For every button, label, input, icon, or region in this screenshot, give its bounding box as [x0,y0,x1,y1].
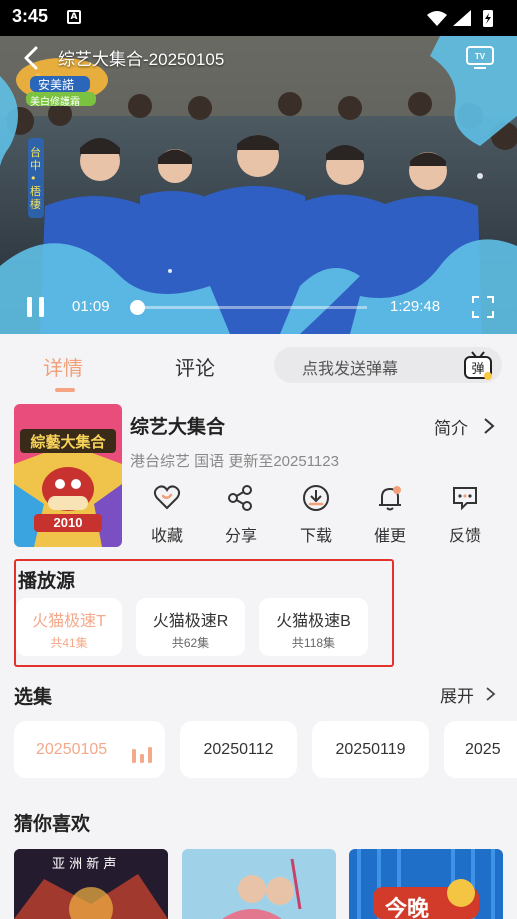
status-icons [427,10,493,27]
logo-badge-text: 安美諾 [38,78,75,92]
share-icon [228,485,252,511]
download-icon [303,485,329,511]
seek-bar[interactable] [137,306,367,309]
episode-label: 20250112 [203,741,274,758]
share-label: 分享 [224,528,257,545]
status-bar: 3:45 A [0,0,517,36]
source-count: 共41集 [50,636,88,650]
total-time: 1:29:48 [390,298,441,315]
source-count: 共118集 [291,636,336,650]
remind-update-button[interactable]: 催更 [365,484,415,546]
episode-item[interactable]: 2025 [444,721,517,778]
seek-thumb[interactable] [130,300,145,315]
show-poster[interactable]: 綜藝大集合 2010 [14,404,122,547]
wifi-icon [427,11,447,26]
poster-title: 綜藝大集合 [30,433,106,451]
source-section-title: 播放源 [18,571,76,592]
notification-icon: A [67,10,81,24]
svg-text:TV: TV [475,52,486,61]
recommend-caption: 亚 洲 新 声 [52,857,117,872]
recommend-item[interactable]: 今晚 [349,849,503,919]
feedback-label: 反馈 [448,528,481,545]
show-meta: 港台综艺 国语 更新至20251123 [130,453,339,470]
tab-detail[interactable]: 详情 [43,352,83,381]
heart-icon [153,485,181,510]
source-count: 共62集 [171,636,210,650]
episode-item-active[interactable]: 20250105 [14,721,165,778]
feedback-button[interactable]: 反馈 [440,484,490,546]
logo-side-text: 台中•梧棲 [30,146,41,211]
remind-update-label: 催更 [373,528,406,545]
recommend-caption: 今晚 [385,897,430,919]
episode-label: 2025 [465,741,501,758]
show-title: 综艺大集合 [130,417,226,438]
video-player[interactable]: 安美諾 美白修護霜 台中•梧棲 综艺大集合-20250105 TV 01:09 … [0,36,517,334]
intro-link[interactable]: 简介 [434,414,468,439]
detail-sheet: 详情 评论 点我发送弹幕 弹 綜藝大集合 2010 综艺大集合 港台综艺 国语 … [0,334,517,919]
expand-link[interactable]: 展开 [440,682,474,707]
download-label: 下载 [299,528,332,545]
bell-icon [379,486,401,511]
source-name: 火猫极速B [276,613,351,630]
recommend-item[interactable] [182,849,336,919]
poster-year: 2010 [53,515,83,530]
source-name: 火猫极速T [32,613,106,630]
danmaku-icon[interactable]: 弹 [462,349,494,381]
playing-indicator-icon [132,747,152,763]
episode-label: 20250119 [335,741,406,758]
recommend-section-title: 猜你喜欢 [14,814,91,835]
video-frame [0,36,517,334]
pause-icon[interactable] [24,295,48,319]
tab-indicator [55,388,75,392]
chevron-right-icon[interactable] [482,417,496,435]
signal-icon [453,10,471,26]
share-button[interactable]: 分享 [216,484,266,546]
episode-label: 20250105 [36,741,108,758]
source-item-b[interactable]: 火猫极速B 共118集 [259,598,368,656]
episodes-section-title: 选集 [14,687,53,708]
chevron-right-icon[interactable] [484,685,496,703]
episode-item[interactable]: 20250119 [312,721,429,778]
status-time: 3:45 [12,6,49,26]
feedback-icon [453,487,477,511]
danmaku-input[interactable]: 点我发送弹幕 弹 [274,347,502,383]
favorite-label: 收藏 [150,528,183,545]
tv-cast-icon[interactable]: TV [465,44,495,70]
player-title: 综艺大集合-20250105 [58,50,225,69]
favorite-button[interactable]: 收藏 [142,484,192,546]
download-button[interactable]: 下载 [291,484,341,546]
recommend-item[interactable]: 亚 洲 新 声 [14,849,168,919]
source-item-t[interactable]: 火猫极速T 共41集 [16,598,122,656]
source-item-r[interactable]: 火猫极速R 共62集 [136,598,245,656]
episode-item[interactable]: 20250112 [180,721,297,778]
source-name: 火猫极速R [152,613,229,630]
back-icon[interactable] [18,44,46,72]
fullscreen-icon[interactable] [471,295,495,319]
current-time: 01:09 [72,298,110,315]
tab-comment[interactable]: 评论 [175,352,215,381]
danmaku-icon-char: 弹 [471,362,484,377]
danmaku-placeholder: 点我发送弹幕 [302,361,399,378]
logo-badge-sub: 美白修護霜 [30,97,80,108]
